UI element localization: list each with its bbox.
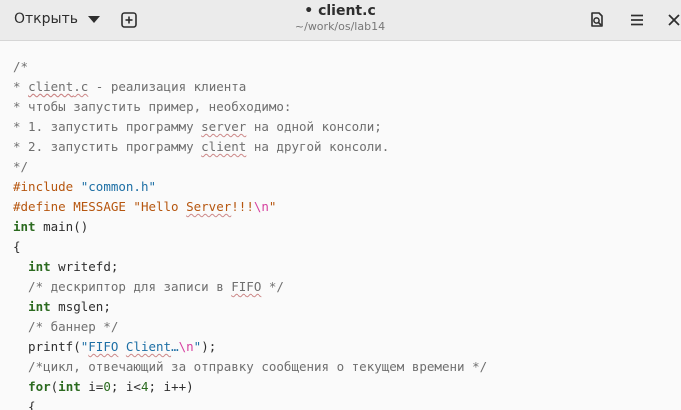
code-line[interactable]: * 2. запустить программу client на друго… bbox=[13, 137, 487, 157]
code-line[interactable]: /* bbox=[13, 57, 487, 77]
code-line[interactable]: { bbox=[13, 397, 487, 410]
close-icon bbox=[668, 14, 680, 26]
document-title: • client.c bbox=[304, 3, 376, 19]
code-line[interactable]: * 1. запустить программу server на одной… bbox=[13, 117, 487, 137]
open-button[interactable]: Открыть bbox=[6, 6, 108, 32]
new-tab-button[interactable] bbox=[115, 7, 143, 33]
code-line[interactable]: int main() bbox=[13, 217, 487, 237]
header-bar: Открыть • client.c ~/work/os/lab14 bbox=[0, 0, 681, 41]
code-line[interactable]: { bbox=[13, 237, 487, 257]
code-line[interactable]: /*цикл, отвечающий за отправку сообщения… bbox=[13, 357, 487, 377]
code-line[interactable]: */ bbox=[13, 157, 487, 177]
main-menu-button[interactable] bbox=[623, 7, 651, 33]
code-line[interactable]: /* дескриптор для записи в FIFO */ bbox=[13, 277, 487, 297]
open-button-label: Открыть bbox=[14, 11, 78, 27]
code-line[interactable]: * client.c - реализация клиента bbox=[13, 77, 487, 97]
code-line[interactable]: #include "common.h" bbox=[13, 177, 487, 197]
new-tab-icon bbox=[121, 12, 137, 28]
code-line[interactable]: * чтобы запустить пример, необходимо: bbox=[13, 97, 487, 117]
code-editor[interactable]: /* * client.c - реализация клиента * чтобы… bbox=[0, 41, 681, 410]
code-line[interactable]: /* баннер */ bbox=[13, 317, 487, 337]
code-line[interactable]: for(int i=0; i<4; i++) bbox=[13, 377, 487, 397]
code-text[interactable]: /* * client.c - реализация клиента * чтобы… bbox=[13, 57, 487, 410]
document-path: ~/work/os/lab14 bbox=[294, 20, 386, 33]
chevron-down-icon bbox=[87, 16, 100, 23]
code-line[interactable]: #define MESSAGE "Hello Server!!!\n" bbox=[13, 197, 487, 217]
close-button[interactable] bbox=[662, 7, 681, 33]
find-button[interactable] bbox=[583, 7, 611, 33]
menu-icon bbox=[631, 14, 643, 26]
code-line[interactable]: printf("FIFO Client…\n"); bbox=[13, 337, 487, 357]
code-line[interactable]: int writefd; bbox=[13, 257, 487, 277]
code-line[interactable]: int msglen; bbox=[13, 297, 487, 317]
find-icon bbox=[591, 12, 603, 27]
window-title: • client.c ~/work/os/lab14 bbox=[240, 3, 440, 34]
